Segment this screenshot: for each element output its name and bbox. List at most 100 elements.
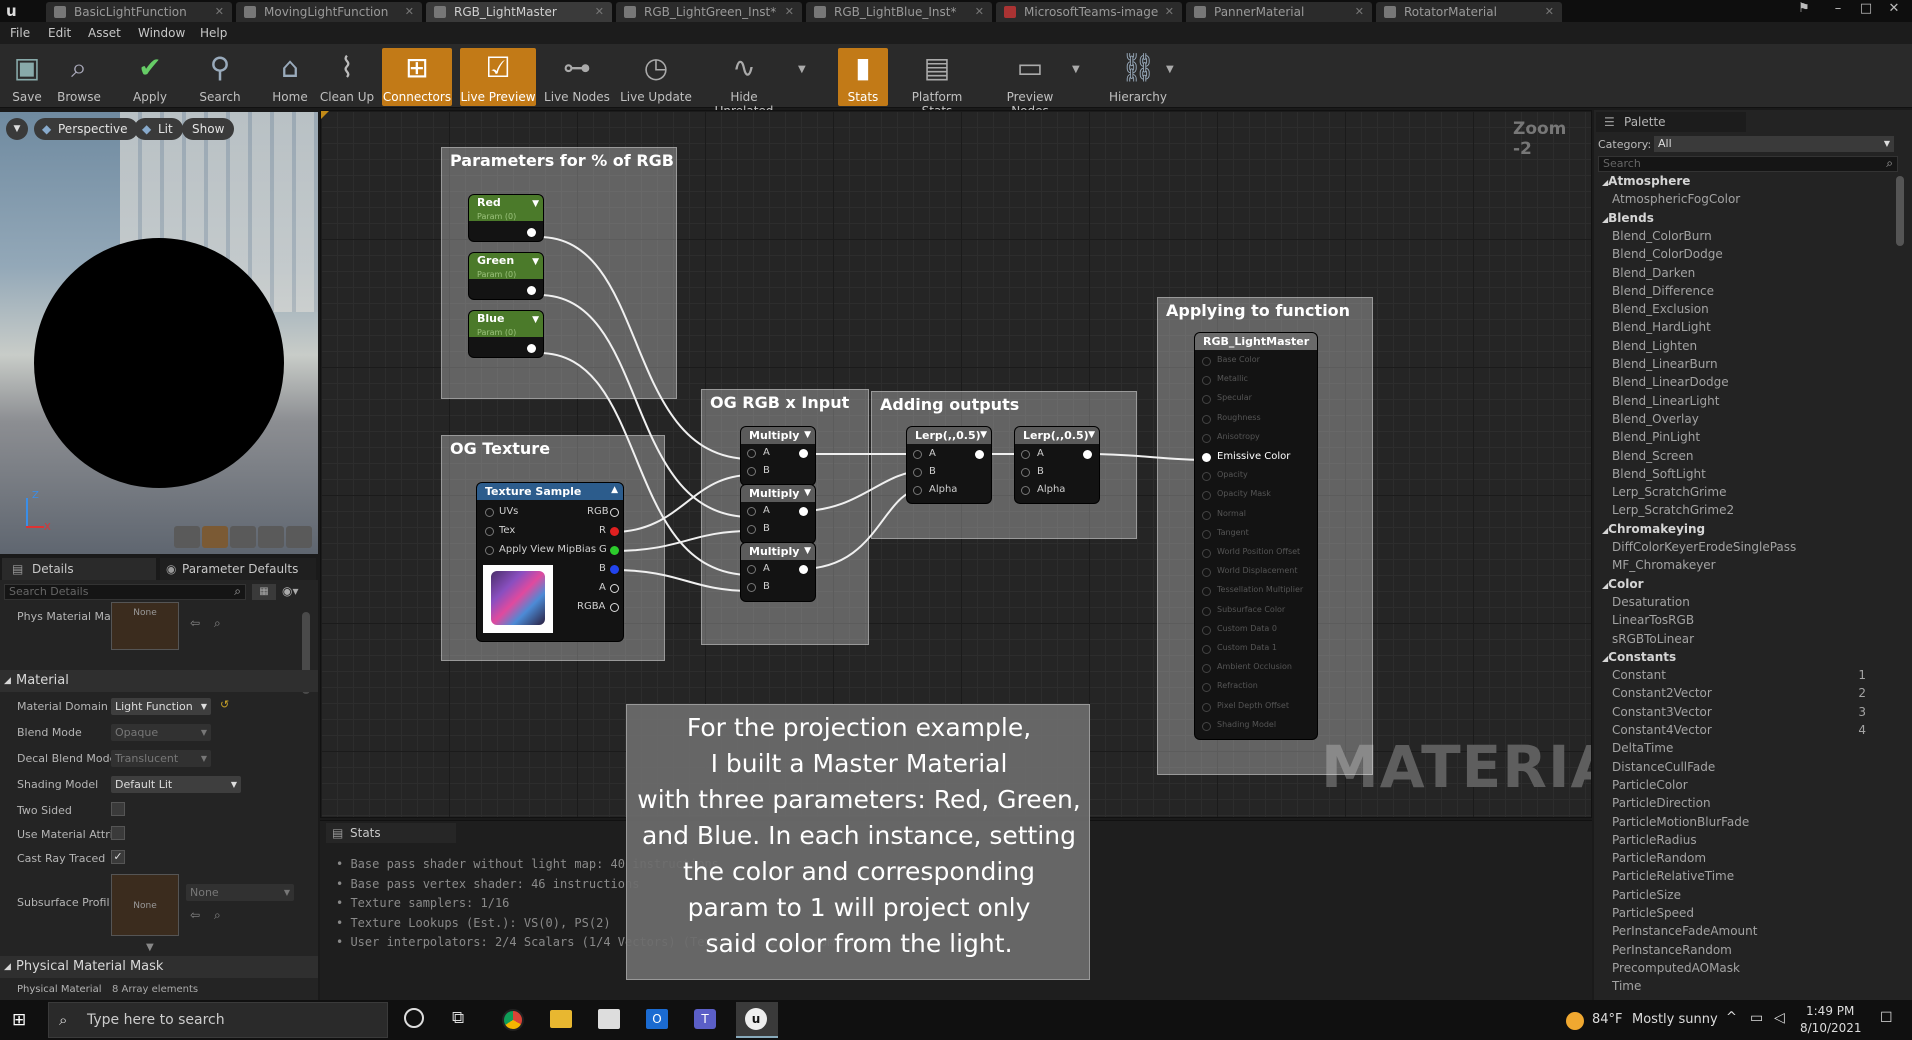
- cleanup-button[interactable]: ⌇ Clean Up: [318, 48, 376, 106]
- param-red-output-pin[interactable]: [527, 228, 536, 237]
- category-select[interactable]: All ▼: [1654, 136, 1894, 152]
- palette-item[interactable]: ParticleRadius: [1612, 833, 1697, 847]
- palette-item[interactable]: DeltaTime: [1612, 741, 1673, 755]
- subsurface-select[interactable]: None ▼: [186, 884, 294, 901]
- palette-item[interactable]: Blend_SoftLight: [1612, 467, 1706, 481]
- palette-item[interactable]: Desaturation: [1612, 595, 1690, 609]
- palette-item[interactable]: Blend_Lighten: [1612, 339, 1697, 353]
- palette-category[interactable]: ◢Atmosphere: [1602, 174, 1690, 188]
- subsurface-thumbnail[interactable]: None: [111, 874, 179, 936]
- minimize-icon[interactable]: –: [1824, 0, 1852, 20]
- uvs-input-pin[interactable]: [485, 508, 494, 517]
- palette-item[interactable]: PerInstanceRandom: [1612, 943, 1732, 957]
- tab-microsoft-teams-image[interactable]: MicrosoftTeams-image ✕: [996, 2, 1182, 22]
- palette-item[interactable]: Blend_Exclusion: [1612, 302, 1709, 316]
- tab-panner-material[interactable]: PannerMaterial ✕: [1186, 2, 1372, 22]
- custom-mesh-button[interactable]: [286, 526, 312, 548]
- preview-nodes-dropdown-icon[interactable]: ▼: [1072, 64, 1080, 75]
- master-input-pin[interactable]: [1202, 510, 1211, 520]
- view-options-button[interactable]: ▦: [252, 584, 276, 600]
- multiply-2-b-pin[interactable]: [747, 525, 756, 534]
- rgba-output-pin[interactable]: [610, 603, 619, 612]
- palette-category[interactable]: ◢Chromakeying: [1602, 522, 1705, 536]
- clock-time[interactable]: 1:49 PM: [1806, 1004, 1854, 1018]
- mipbias-input-pin[interactable]: [485, 546, 494, 555]
- master-material-node[interactable]: RGB_LightMaster Base Color Metallic Specul…: [1195, 333, 1317, 739]
- lerp-1-output-pin[interactable]: [975, 450, 984, 459]
- palette-item[interactable]: Blend_ColorBurn: [1612, 229, 1712, 243]
- master-input-pin[interactable]: [1202, 453, 1211, 462]
- multiply-3-output-pin[interactable]: [799, 565, 808, 574]
- tab-parameter-defaults[interactable]: ◉ Parameter Defaults: [160, 558, 316, 580]
- palette-item[interactable]: AtmosphericFogColor: [1612, 192, 1740, 206]
- multiply-1-b-pin[interactable]: [747, 467, 756, 476]
- texture-sample-node[interactable]: Texture Sample ▲ UVs Tex Apply View MipB…: [477, 483, 623, 641]
- menu-asset[interactable]: Asset: [88, 22, 121, 44]
- hierarchy-button[interactable]: ⛓ Hierarchy: [1108, 48, 1168, 106]
- teams-icon[interactable]: T: [694, 1009, 716, 1029]
- multiply-1-a-pin[interactable]: [747, 449, 756, 458]
- material-domain-select[interactable]: Light Function ▼: [111, 698, 211, 715]
- details-search-input[interactable]: Search Details ⌕: [4, 584, 246, 600]
- palette-scrollbar[interactable]: [1896, 176, 1904, 246]
- palette-item[interactable]: ParticleColor: [1612, 778, 1688, 792]
- use-material-attributes-checkbox[interactable]: [111, 826, 125, 840]
- show-button[interactable]: Show: [182, 118, 235, 140]
- temperature[interactable]: 84°F: [1592, 1012, 1623, 1027]
- palette-item[interactable]: MF_Chromakeyer: [1612, 558, 1716, 572]
- palette-tab[interactable]: ☰ Palette: [1596, 112, 1746, 132]
- lerp-node-1[interactable]: Lerp(,,0.5) ▼ A B Alpha: [907, 427, 991, 503]
- master-input-pin[interactable]: [1202, 433, 1211, 443]
- file-explorer-icon[interactable]: [550, 1010, 572, 1028]
- tab-rgb-lightblue-inst[interactable]: RGB_LightBlue_Inst* ✕: [806, 2, 992, 22]
- sphere-mesh-button[interactable]: [202, 526, 228, 548]
- hierarchy-dropdown-icon[interactable]: ▼: [1166, 64, 1174, 75]
- chevron-down-icon[interactable]: ▼: [804, 546, 811, 556]
- master-input-pin[interactable]: [1202, 702, 1211, 712]
- palette-category[interactable]: ◢Color: [1602, 577, 1643, 591]
- close-icon[interactable]: ✕: [1545, 2, 1554, 22]
- param-green-output-pin[interactable]: [527, 286, 536, 295]
- taskbar-search-box[interactable]: ⌕ Type here to search: [48, 1002, 388, 1038]
- multiply-3-a-pin[interactable]: [747, 565, 756, 574]
- live-preview-button[interactable]: ☑ Live Preview: [460, 48, 536, 106]
- lerp-2-alpha-pin[interactable]: [1021, 486, 1030, 495]
- reset-default-icon[interactable]: ↺: [220, 698, 229, 711]
- param-blue-output-pin[interactable]: [527, 344, 536, 353]
- palette-item[interactable]: Constant: [1612, 668, 1666, 682]
- a-output-pin[interactable]: [610, 584, 619, 593]
- master-input-pin[interactable]: [1202, 664, 1211, 674]
- palette-item[interactable]: ParticleDirection: [1612, 796, 1711, 810]
- tab-basic-light-function[interactable]: BasicLightFunction ✕: [46, 2, 232, 22]
- clock-date[interactable]: 8/10/2021: [1800, 1021, 1862, 1035]
- two-sided-checkbox[interactable]: [111, 802, 125, 816]
- palette-item[interactable]: Lerp_ScratchGrime: [1612, 485, 1726, 499]
- palette-search-input[interactable]: Search ⌕: [1598, 156, 1898, 172]
- browse-button[interactable]: ⌕ Browse: [54, 48, 104, 106]
- weather-text[interactable]: Mostly sunny: [1632, 1012, 1718, 1027]
- palette-item[interactable]: PerInstanceFadeAmount: [1612, 924, 1757, 938]
- palette-item[interactable]: LinearTosRGB: [1612, 613, 1694, 627]
- platform-stats-button[interactable]: ▤Platform Stats: [896, 48, 978, 118]
- home-button[interactable]: ⌂ Home: [268, 48, 312, 106]
- browse-asset-icon[interactable]: ⌕: [214, 616, 221, 631]
- master-input-pin[interactable]: [1202, 395, 1211, 405]
- tab-rgb-lightmaster[interactable]: RGB_LightMaster ✕: [426, 2, 612, 22]
- lerp-1-alpha-pin[interactable]: [913, 486, 922, 495]
- master-input-pin[interactable]: [1202, 491, 1211, 501]
- master-input-pin[interactable]: [1202, 549, 1211, 558]
- palette-item[interactable]: Blend_PinLight: [1612, 430, 1700, 444]
- palette-item[interactable]: PrecomputedAOMask: [1612, 961, 1740, 975]
- expand-more-icon[interactable]: ▼: [146, 942, 154, 953]
- palette-item[interactable]: ParticleMotionBlurFade: [1612, 815, 1749, 829]
- chevron-down-icon[interactable]: ▼: [532, 315, 539, 325]
- outlook-icon[interactable]: O: [646, 1009, 668, 1029]
- master-input-pin[interactable]: [1202, 568, 1211, 578]
- palette-item[interactable]: Blend_Difference: [1612, 284, 1714, 298]
- preview-nodes-button[interactable]: ▭Preview Nodes: [988, 48, 1072, 118]
- lerp-2-a-pin[interactable]: [1021, 450, 1030, 459]
- stats-tab[interactable]: ▤ Stats: [326, 823, 456, 843]
- chevron-down-icon[interactable]: ▼: [532, 257, 539, 267]
- master-input-pin[interactable]: [1202, 606, 1211, 616]
- param-node-green[interactable]: Green Param (0) ▼: [469, 253, 543, 299]
